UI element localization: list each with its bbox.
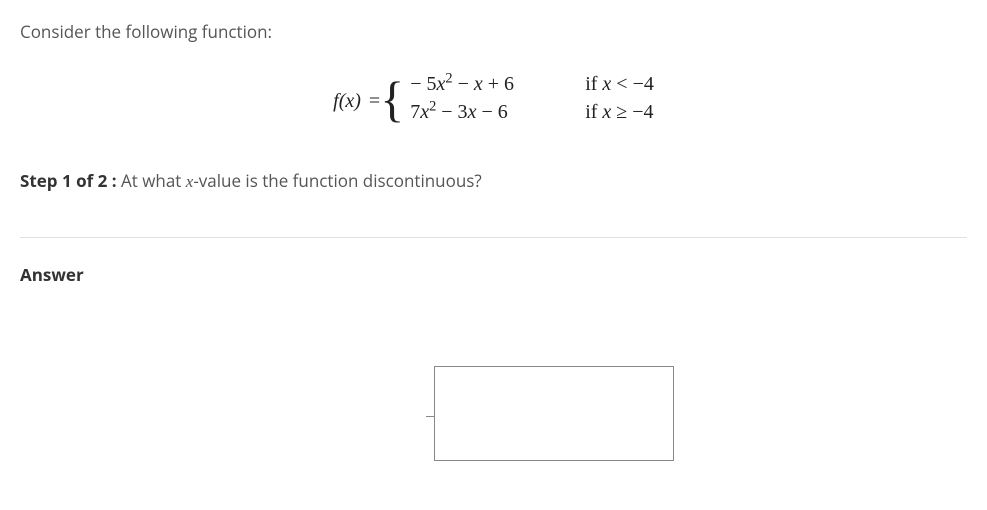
function-name: f(x) <box>333 90 361 113</box>
step-text-after: -value is the function discontinuous? <box>193 169 481 192</box>
cases-container: − 5x2 − x + 6 if x < −4 7x2 − 3x − 6 if … <box>410 73 654 129</box>
step-text-before: At what <box>117 169 186 192</box>
answer-label: Answer <box>20 263 967 286</box>
fx-text: f(x) <box>333 90 361 112</box>
step-label: Step 1 of 2 : <box>20 169 117 192</box>
case-row-1: − 5x2 − x + 6 if x < −4 <box>410 73 654 101</box>
piecewise-function: f(x) = { − 5x2 − x + 6 if x < −4 7x2 − 3… <box>20 73 967 129</box>
answer-input[interactable] <box>434 366 674 461</box>
step-prompt: Step 1 of 2 : At what x-value is the fun… <box>20 169 967 192</box>
equals-sign: = <box>369 90 380 113</box>
left-brace: { <box>380 74 404 124</box>
intro-text: Consider the following function: <box>20 20 967 43</box>
case-row-2: 7x2 − 3x − 6 if x ≥ −4 <box>410 101 654 129</box>
case1-condition: if x < −4 <box>585 73 654 96</box>
case1-expression: − 5x2 − x + 6 <box>410 73 565 96</box>
cursor-tick-icon <box>426 416 434 417</box>
answer-area <box>140 366 967 466</box>
case2-condition: if x ≥ −4 <box>585 101 653 124</box>
section-divider <box>20 237 967 238</box>
case2-expression: 7x2 − 3x − 6 <box>410 101 565 124</box>
answer-box-container <box>434 366 674 466</box>
